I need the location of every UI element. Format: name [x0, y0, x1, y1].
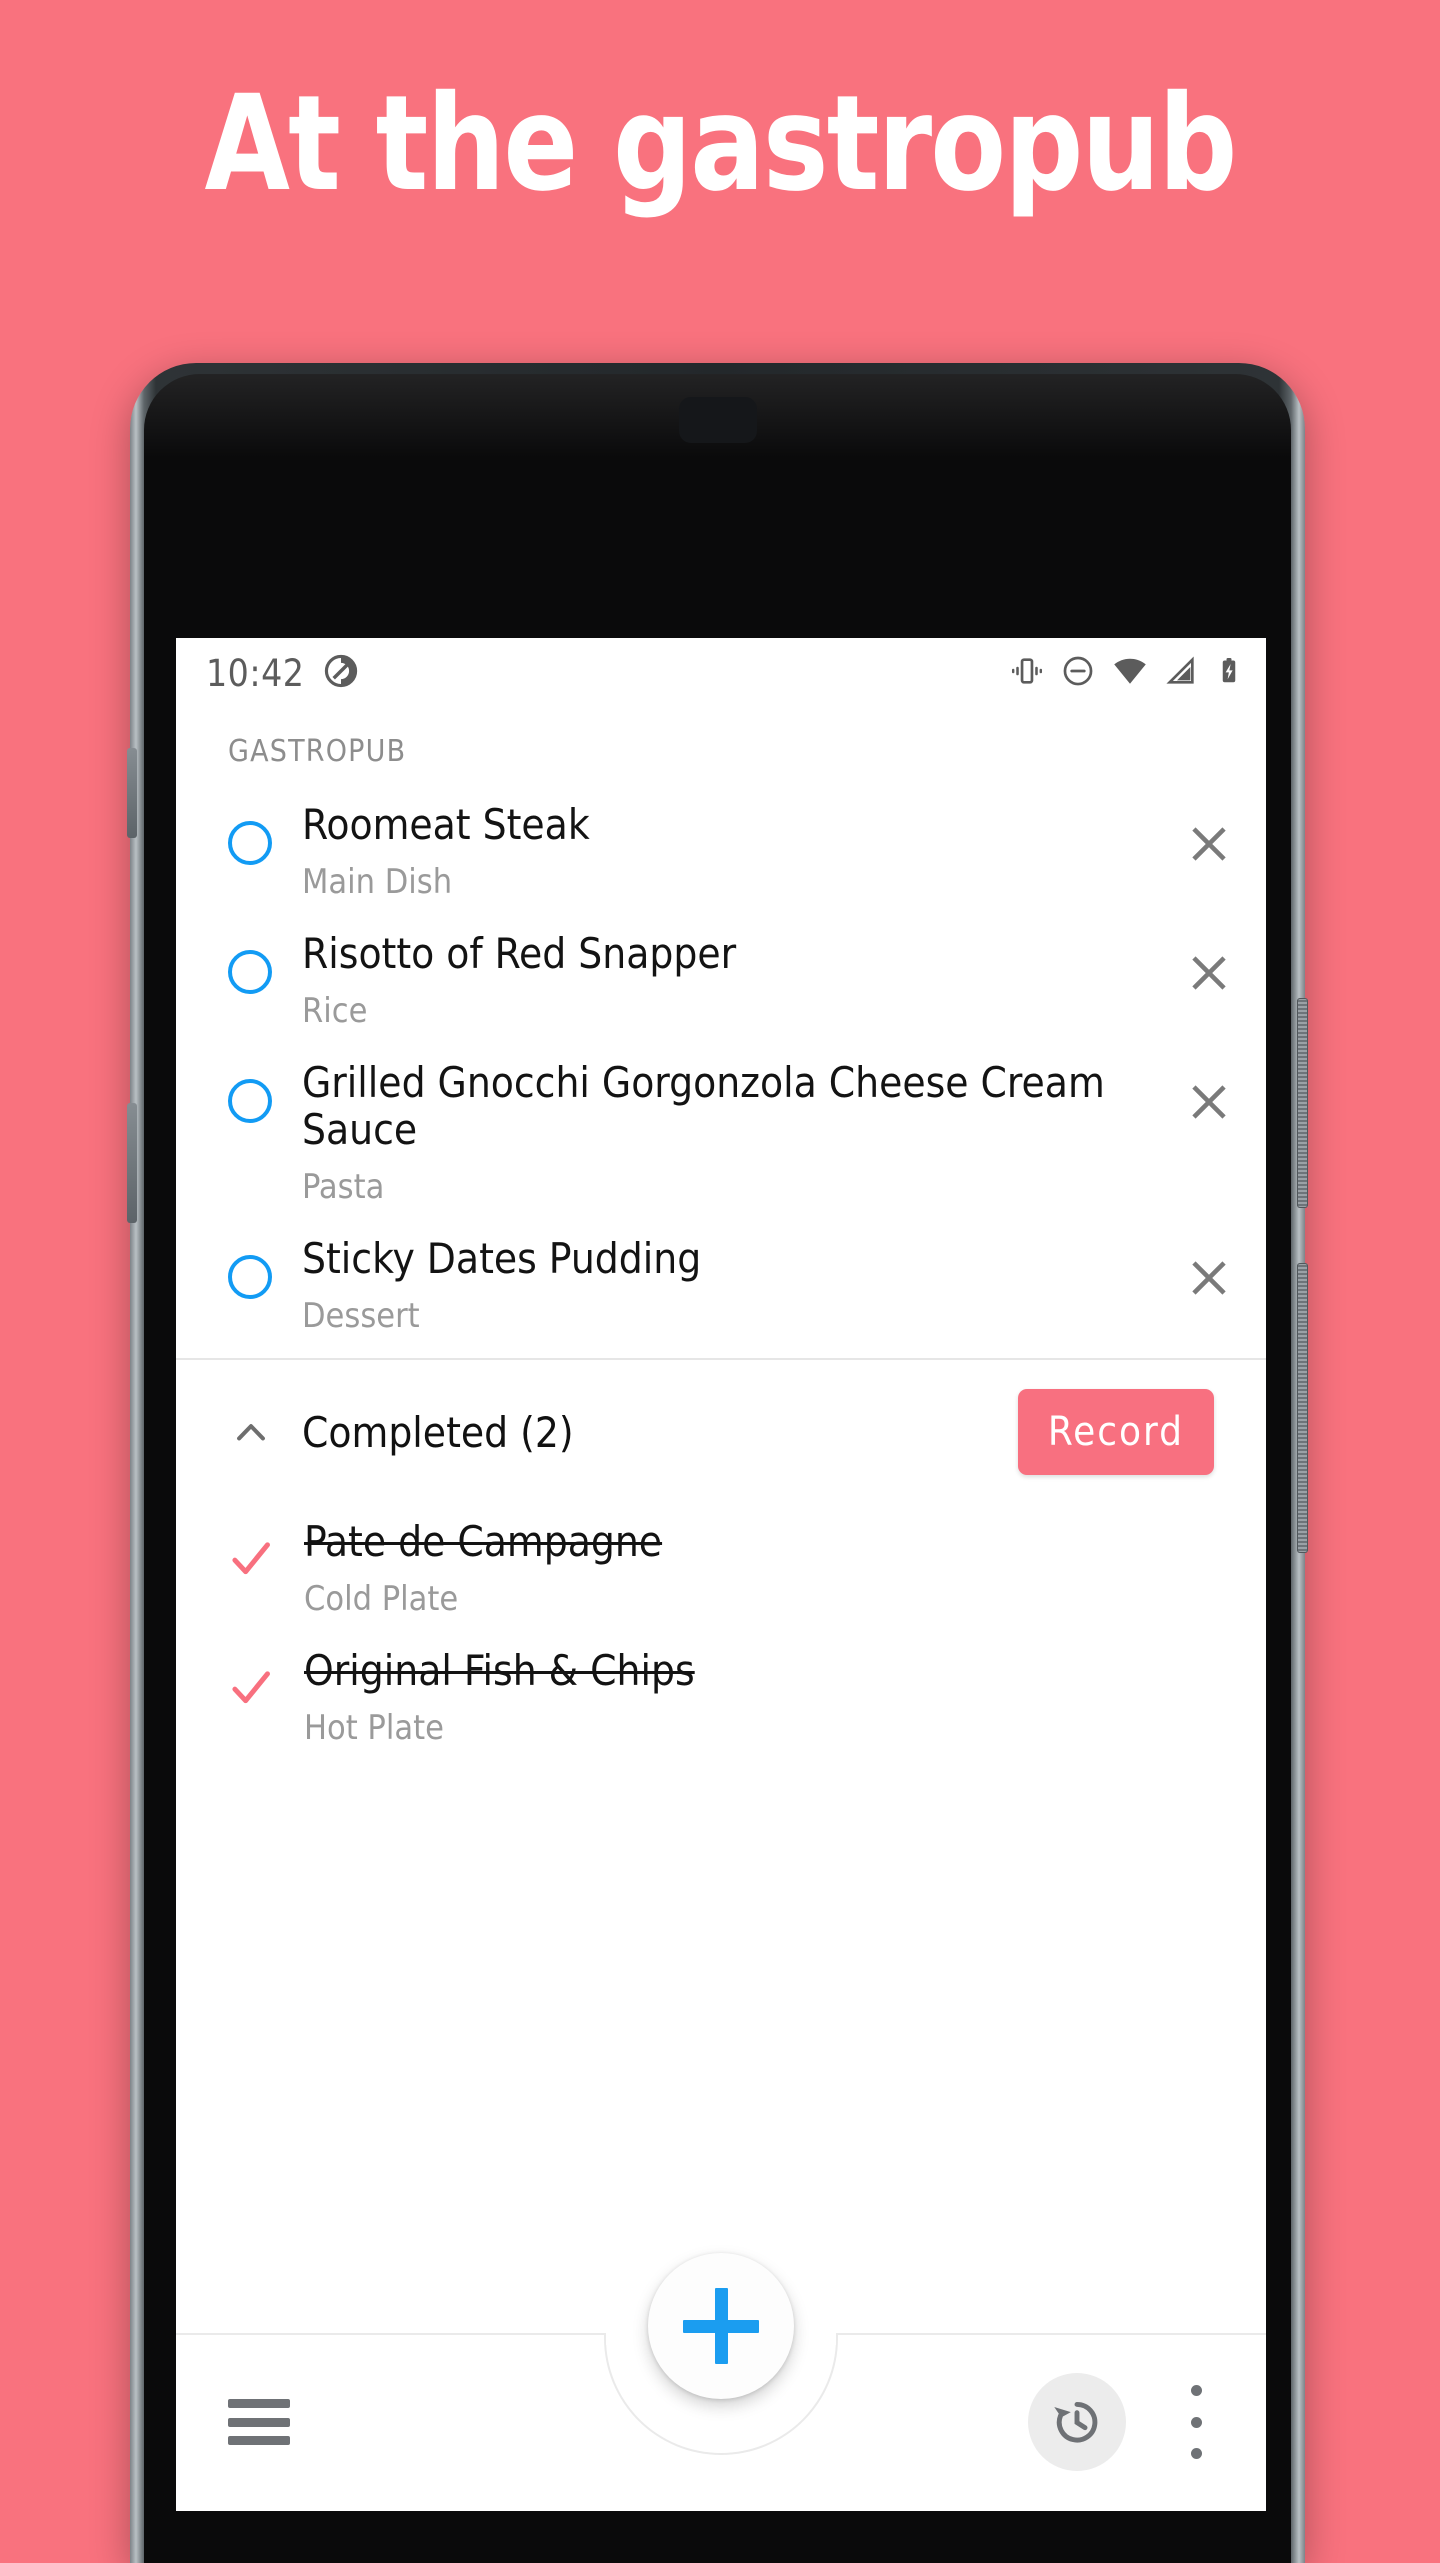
task-row[interactable]: Grilled Gnocchi Gorgonzola Cheese Cream … — [176, 1045, 1266, 1221]
task-checkmark-icon[interactable] — [228, 1665, 274, 1711]
completed-task-list: Pate de Campagne Cold Plate Original Fis… — [176, 1504, 1266, 1762]
vibrate-icon — [1010, 654, 1044, 693]
cellular-signal-icon — [1165, 655, 1197, 692]
page-title: At the gastropub — [204, 67, 1237, 221]
task-subtitle: Main Dish — [302, 862, 453, 903]
delete-task-button[interactable] — [1180, 944, 1238, 1002]
left-frame-antenna-band-top — [127, 748, 137, 838]
task-subtitle: Rice — [302, 991, 368, 1032]
power-button[interactable] — [1297, 998, 1308, 1208]
task-row[interactable]: Roomeat Steak Main Dish — [176, 787, 1266, 916]
completed-section-header[interactable]: Completed (2) Record — [176, 1360, 1266, 1504]
task-title: Original Fish & Chips — [304, 1646, 695, 1696]
left-frame-antenna-band-bottom — [127, 1103, 137, 1223]
task-title: Pate de Campagne — [304, 1517, 663, 1567]
task-checkbox-empty-icon[interactable] — [228, 1079, 272, 1124]
active-task-list: Roomeat Steak Main Dish Risotto of Red S… — [176, 787, 1266, 1350]
task-row[interactable]: Sticky Dates Pudding Dessert — [176, 1221, 1266, 1350]
battery-charging-icon — [1214, 656, 1244, 691]
do-not-disturb-icon — [1061, 654, 1095, 693]
volume-button[interactable] — [1297, 1263, 1308, 1553]
record-button[interactable]: Record — [1017, 1389, 1214, 1476]
delete-task-button[interactable] — [1180, 1249, 1238, 1307]
task-subtitle: Pasta — [302, 1167, 385, 1208]
completed-count-label: Completed (2) — [302, 1407, 574, 1457]
delete-task-button[interactable] — [1180, 1073, 1238, 1131]
completed-task-row[interactable]: Original Fish & Chips Hot Plate — [176, 1633, 1266, 1762]
task-checkmark-icon[interactable] — [228, 1536, 274, 1582]
hamburger-menu-icon[interactable] — [228, 2399, 290, 2445]
task-checkbox-empty-icon[interactable] — [228, 1255, 272, 1300]
task-subtitle: Dessert — [302, 1296, 420, 1337]
task-title: Sticky Dates Pudding — [302, 1234, 702, 1284]
chevron-up-icon[interactable] — [228, 1409, 274, 1455]
task-title: Roomeat Steak — [302, 800, 590, 849]
status-bar: 10:42 — [176, 638, 1266, 708]
screenshot-capture-icon — [322, 652, 360, 695]
task-checkbox-empty-icon[interactable] — [228, 821, 272, 865]
more-vertical-icon[interactable] — [1168, 2385, 1224, 2459]
task-subtitle: Hot Plate — [304, 1708, 444, 1749]
phone-screen: 10:42 GASTROPUB Roomeat Steak Main Dish … — [176, 638, 1266, 2511]
list-section-label: GASTROPUB — [228, 734, 407, 769]
task-title: Risotto of Red Snapper — [302, 929, 737, 979]
microphone-notch-icon — [678, 397, 757, 443]
task-checkbox-empty-icon[interactable] — [228, 950, 272, 995]
task-row[interactable]: Risotto of Red Snapper Rice — [176, 916, 1266, 1045]
task-subtitle: Cold Plate — [304, 1579, 459, 1620]
completed-task-row[interactable]: Pate de Campagne Cold Plate — [176, 1504, 1266, 1633]
delete-task-button[interactable] — [1180, 815, 1238, 873]
task-title: Grilled Gnocchi Gorgonzola Cheese Cream … — [302, 1058, 1105, 1155]
plus-icon-bar — [683, 2319, 759, 2333]
add-task-fab[interactable] — [648, 2253, 794, 2399]
history-restore-icon[interactable] — [1028, 2373, 1126, 2471]
wifi-icon — [1112, 653, 1148, 694]
status-bar-clock: 10:42 — [206, 651, 305, 695]
